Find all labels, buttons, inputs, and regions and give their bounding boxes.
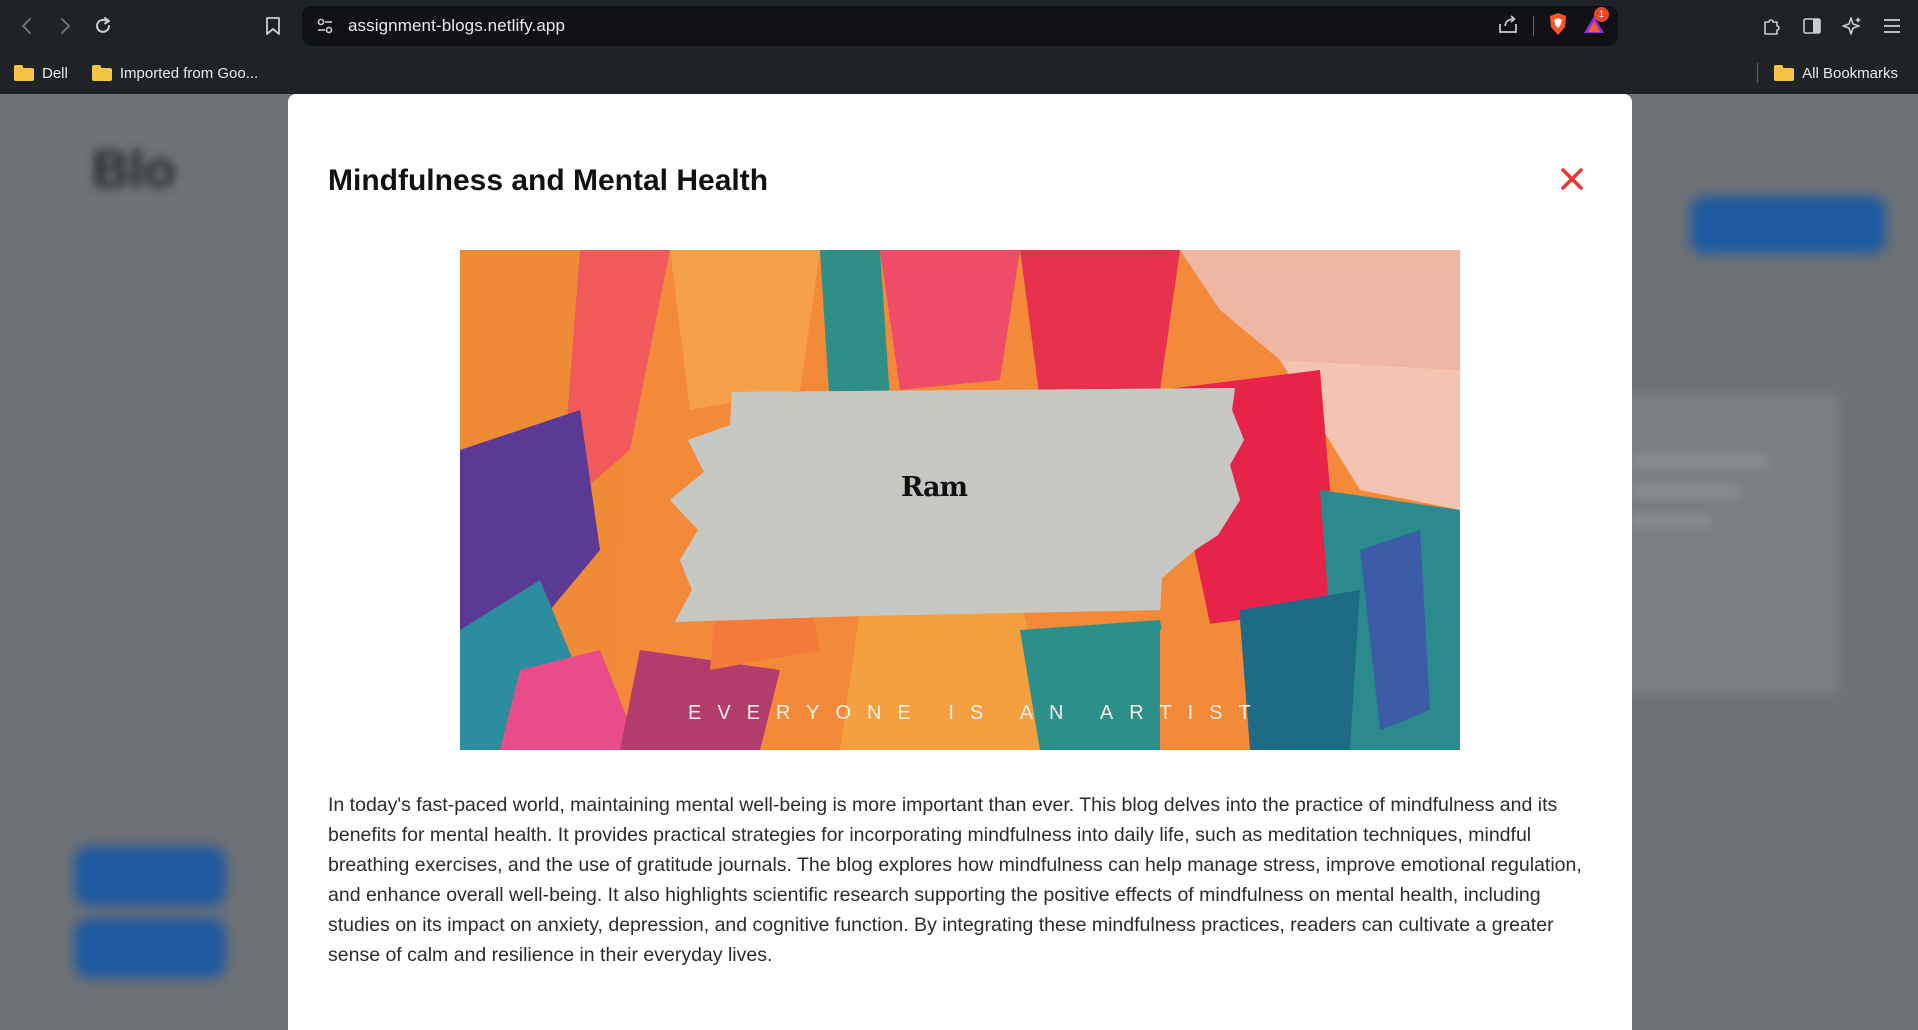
site-settings-icon[interactable] bbox=[314, 15, 336, 37]
blurred-text-line bbox=[1630, 454, 1770, 468]
bookmark-folder-dell[interactable]: Dell bbox=[14, 65, 68, 82]
all-bookmarks-button[interactable]: All Bookmarks bbox=[1774, 65, 1898, 82]
bookmark-label: Imported from Goo... bbox=[119, 64, 259, 82]
browser-toolbar: assignment-blogs.netlify.app 1 bbox=[0, 0, 1918, 52]
blog-body-text: In today's fast-paced world, maintaining… bbox=[328, 794, 1582, 966]
omnibox-divider bbox=[1533, 16, 1534, 36]
blurred-button bbox=[74, 918, 226, 978]
leo-ai-icon[interactable] bbox=[1840, 14, 1864, 38]
blog-cover-image: Ram EVERYONE IS AN ARTIST bbox=[460, 250, 1460, 750]
brave-shields-icon[interactable] bbox=[1548, 12, 1568, 41]
share-icon[interactable] bbox=[1497, 14, 1519, 39]
bookmarks-bar: Dell Imported from Goo... All Bookmarks bbox=[0, 52, 1918, 94]
bookmark-label: Dell bbox=[42, 64, 68, 82]
extensions-icon[interactable] bbox=[1760, 14, 1784, 38]
brave-rewards-icon[interactable]: 1 bbox=[1582, 6, 1609, 40]
all-bookmarks-label: All Bookmarks bbox=[1802, 64, 1898, 82]
bookmarks-divider bbox=[1757, 63, 1759, 83]
folder-icon bbox=[1774, 65, 1795, 81]
blurred-text-line bbox=[1630, 484, 1740, 498]
reload-icon[interactable] bbox=[84, 7, 122, 45]
close-button[interactable] bbox=[1555, 162, 1589, 196]
folder-icon bbox=[14, 65, 34, 81]
back-arrow-icon[interactable] bbox=[8, 7, 46, 45]
url-text[interactable]: assignment-blogs.netlify.app bbox=[348, 16, 565, 36]
bookmark-folder-imported[interactable]: Imported from Goo... bbox=[91, 64, 259, 82]
blurred-header-button bbox=[1690, 196, 1886, 254]
close-icon bbox=[1561, 168, 1583, 190]
blurred-button bbox=[74, 846, 226, 906]
image-name-text: Ram bbox=[900, 472, 968, 503]
blog-modal: Mindfulness and Mental Health Ram EVERYO… bbox=[288, 94, 1632, 1030]
bookmark-icon[interactable] bbox=[258, 12, 288, 40]
modal-title: Mindfulness and Mental Health bbox=[328, 164, 769, 197]
blurred-site-logo: Blo bbox=[92, 141, 176, 199]
folder-icon bbox=[91, 65, 112, 81]
menu-icon[interactable] bbox=[1880, 14, 1904, 38]
forward-arrow-icon[interactable] bbox=[46, 7, 84, 45]
image-tagline: EVERYONE IS AN ARTIST bbox=[688, 702, 1267, 724]
blurred-text-line bbox=[1630, 514, 1710, 528]
address-bar[interactable]: assignment-blogs.netlify.app 1 bbox=[302, 6, 1618, 46]
rewards-badge: 1 bbox=[1594, 6, 1609, 22]
blurred-card bbox=[1600, 394, 1840, 694]
sidebar-icon[interactable] bbox=[1800, 14, 1824, 38]
